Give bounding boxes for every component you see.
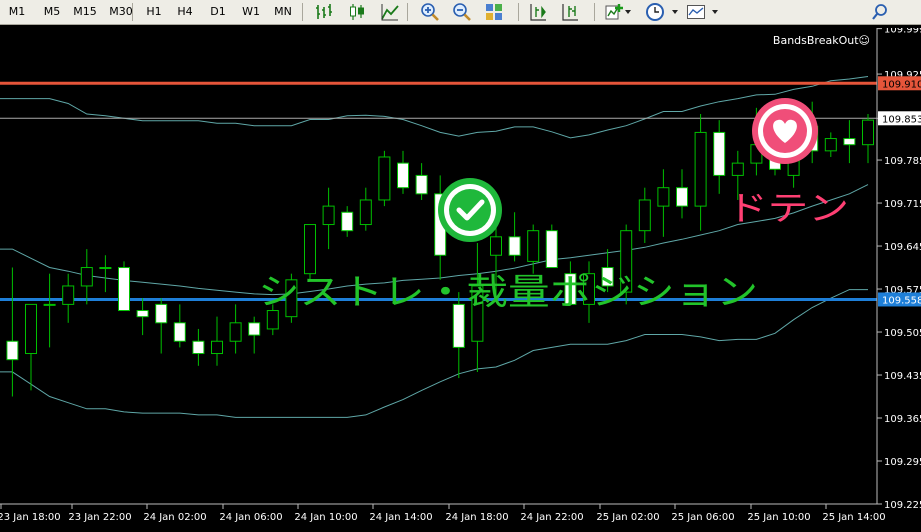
- price-axis-label: 109.715: [884, 199, 921, 210]
- autoscroll-icon[interactable]: [560, 2, 580, 22]
- candle: [173, 304, 186, 348]
- annotation-doten-text: ドテン: [727, 189, 849, 229]
- price-axis-label: 109.435: [884, 371, 921, 382]
- timeframe-m1-button[interactable]: M1: [0, 3, 34, 20]
- candle: [6, 267, 19, 397]
- time-axis-label: 24 Jan 10:00: [294, 512, 357, 523]
- tile-windows-icon[interactable]: [484, 2, 504, 22]
- timeframe-h4-button[interactable]: H4: [170, 3, 200, 20]
- candle: [862, 113, 874, 164]
- timeframe-m5-button[interactable]: M5: [36, 3, 68, 20]
- time-axis-label: 24 Jan 02:00: [143, 512, 206, 523]
- time-axis-label: 24 Jan 14:00: [369, 512, 432, 523]
- zoom-in-icon[interactable]: [420, 2, 440, 22]
- bar-chart-icon[interactable]: [314, 2, 334, 22]
- candle: [545, 224, 558, 269]
- price-chart[interactable]: 109.999109.925109.853109.785109.715109.6…: [0, 28, 921, 532]
- candle: [341, 206, 354, 237]
- price-axis-label: 109.645: [884, 242, 921, 253]
- price-axis-label: 109.365: [884, 414, 921, 425]
- line-chart-icon[interactable]: [380, 2, 400, 22]
- zoom-out-icon[interactable]: [452, 2, 472, 22]
- time-axis-label: 23 Jan 18:00: [0, 512, 61, 523]
- candle: [80, 249, 93, 305]
- price-axis-label: 109.785: [884, 156, 921, 167]
- candle: [694, 113, 707, 231]
- candle: [136, 298, 149, 336]
- timeframe-w1-button[interactable]: W1: [236, 3, 266, 20]
- time-axis-label: 25 Jan 14:00: [822, 512, 885, 523]
- timeframe-mn-button[interactable]: MN: [268, 3, 298, 20]
- time-axis-label: 25 Jan 06:00: [671, 512, 734, 523]
- timeframe-d1-button[interactable]: D1: [202, 3, 234, 20]
- price-tag: 109.853: [882, 114, 921, 125]
- candle: [211, 316, 223, 366]
- templates-icon[interactable]: [686, 2, 706, 22]
- candle: [657, 169, 670, 237]
- dropdown-arrow-icon[interactable]: [625, 10, 631, 14]
- time-axis-label: 24 Jan 22:00: [520, 512, 583, 523]
- candle: [322, 187, 335, 250]
- check-icon: [438, 178, 502, 242]
- timeframe-m30-button[interactable]: M30: [103, 3, 139, 20]
- candle: [508, 212, 521, 262]
- time-axis-label: 24 Jan 06:00: [219, 512, 282, 523]
- price-axis-label: 109.225: [884, 500, 921, 511]
- new-indicator-icon[interactable]: [604, 2, 624, 22]
- chart-shift-icon[interactable]: [528, 2, 548, 22]
- time-axis-label: 25 Jan 02:00: [596, 512, 659, 523]
- price-tag: 109.558: [882, 295, 921, 306]
- candle: [359, 187, 372, 231]
- candle: [99, 255, 112, 293]
- toolbar: M1 M5 M15 M30 H1 H4 D1 W1 MN: [0, 0, 921, 25]
- time-axis-label: 25 Jan 10:00: [747, 512, 810, 523]
- candlestick-icon[interactable]: [347, 2, 367, 22]
- candle: [676, 169, 688, 219]
- candle: [118, 261, 130, 312]
- price-axis-label: 109.999: [884, 28, 921, 36]
- candle: [843, 120, 856, 164]
- price-tag: 109.910: [882, 79, 921, 90]
- heart-icon: [752, 98, 818, 164]
- annotation-main-text: シストレ・裁量ポジション: [258, 272, 758, 313]
- candle: [638, 187, 651, 243]
- candle: [192, 328, 205, 366]
- candle: [527, 224, 540, 274]
- dropdown-arrow-icon[interactable]: [672, 10, 678, 14]
- candle: [378, 150, 391, 207]
- candle: [397, 150, 409, 194]
- candle: [415, 163, 428, 200]
- upper-bollinger-band: [0, 76, 869, 139]
- candle: [25, 303, 37, 391]
- candle: [155, 298, 168, 354]
- price-axis-label: 109.505: [884, 328, 921, 339]
- time-axis-label: 23 Jan 22:00: [68, 512, 131, 523]
- time-axis-label: 24 Jan 18:00: [445, 512, 508, 523]
- candle: [229, 304, 242, 354]
- price-axis-label: 109.295: [884, 457, 921, 468]
- candle: [62, 273, 75, 323]
- search-icon[interactable]: [870, 2, 890, 22]
- timeframe-h1-button[interactable]: H1: [140, 3, 168, 20]
- dropdown-arrow-icon[interactable]: [712, 10, 718, 14]
- indicator-label: BandsBreakOut☺: [773, 34, 870, 47]
- candle: [43, 273, 56, 348]
- candle: [713, 120, 726, 194]
- periods-clock-icon[interactable]: [645, 2, 665, 22]
- candle: [248, 316, 261, 354]
- timeframe-m15-button[interactable]: M15: [69, 3, 101, 20]
- candle: [824, 132, 837, 157]
